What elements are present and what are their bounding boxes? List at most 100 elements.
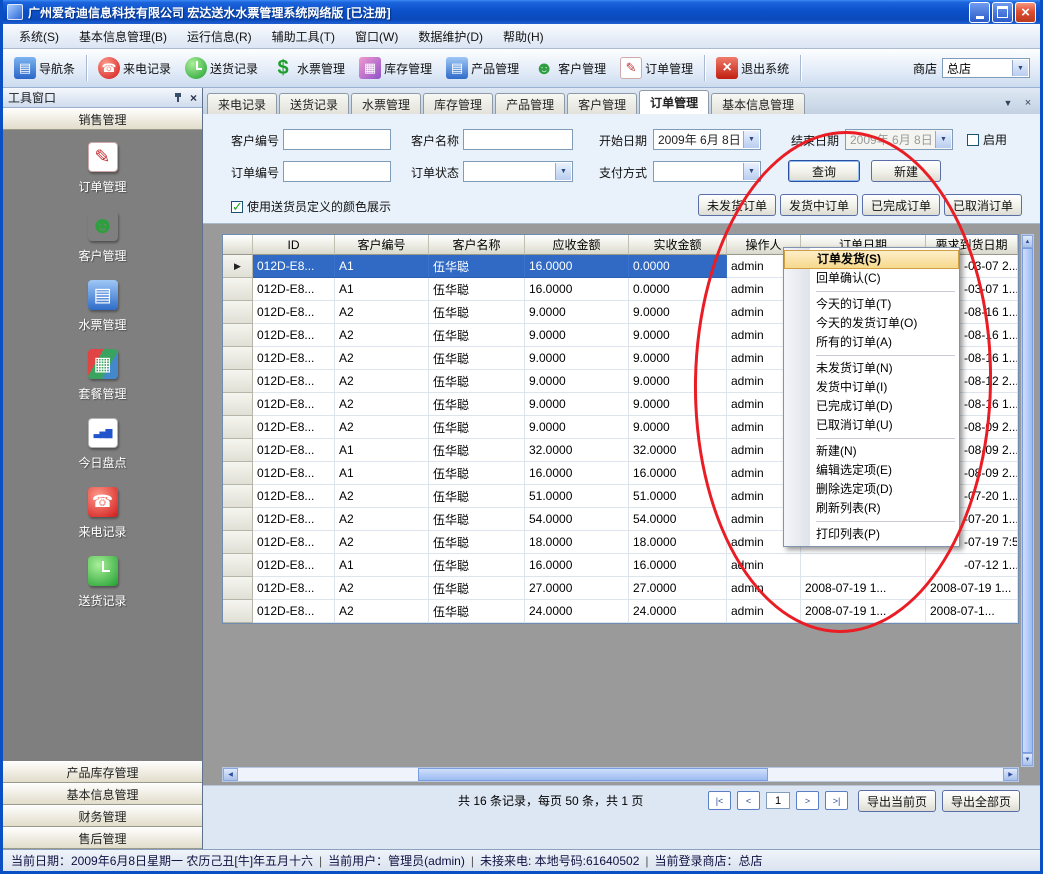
first-page-button[interactable]: |<: [708, 791, 731, 810]
checkbox-icon[interactable]: [967, 134, 979, 146]
chevron-down-icon[interactable]: [743, 163, 759, 180]
store-select[interactable]: 总店: [942, 58, 1030, 78]
context-menu-item[interactable]: 订单发货(S): [784, 250, 959, 269]
table-row[interactable]: 012D-E8...A2伍华聪24.000024.0000admin2008-0…: [223, 600, 1018, 623]
status-filter-button[interactable]: 已取消订单: [944, 194, 1022, 216]
toolbar-button-clock[interactable]: 送货记录: [179, 54, 264, 82]
context-menu-item[interactable]: 新建(N): [784, 442, 959, 461]
order-no-input[interactable]: [283, 161, 391, 182]
sidebar-section[interactable]: 产品库存管理: [3, 761, 202, 783]
scroll-up-icon[interactable]: ▲: [1022, 235, 1033, 248]
next-page-button[interactable]: >: [796, 791, 819, 810]
table-row[interactable]: 012D-E8...A1伍华聪16.000016.0000admin-07-12…: [223, 554, 1018, 577]
customer-no-input[interactable]: [283, 129, 391, 150]
toolbar-button-dollar[interactable]: 水票管理: [266, 54, 351, 82]
prev-page-button[interactable]: <: [737, 791, 760, 810]
toolbar-button-nav[interactable]: 导航条: [8, 54, 81, 82]
scroll-down-icon[interactable]: ▼: [1022, 753, 1033, 766]
grid-column-header[interactable]: 应收金额: [525, 235, 629, 255]
tab-item[interactable]: 基本信息管理: [711, 93, 805, 114]
sidebar-item-call[interactable]: 来电记录: [3, 487, 202, 540]
horizontal-scroll-track[interactable]: [238, 768, 1003, 781]
order-status-select[interactable]: [463, 161, 573, 182]
export-all-pages-button[interactable]: 导出全部页: [942, 790, 1020, 812]
scroll-right-icon[interactable]: ▶: [1003, 768, 1018, 781]
vertical-scrollbar[interactable]: ▲ ▼: [1021, 234, 1034, 767]
sidebar-item-book[interactable]: 水票管理: [3, 280, 202, 333]
pay-method-select[interactable]: [653, 161, 761, 182]
toolbar-button-pencil[interactable]: 订单管理: [614, 54, 699, 82]
last-page-button[interactable]: >|: [825, 791, 848, 810]
sidebar-item-pencil[interactable]: 订单管理: [3, 142, 202, 195]
sidebar-close-icon[interactable]: ×: [190, 92, 197, 104]
enable-checkbox[interactable]: 启用: [967, 131, 1007, 148]
toolbar-button-person[interactable]: 客户管理: [527, 54, 612, 82]
context-menu-item[interactable]: 已取消订单(U): [784, 416, 959, 435]
menubar-item[interactable]: 数据维护(D): [408, 25, 493, 48]
table-row[interactable]: 012D-E8...A2伍华聪27.000027.0000admin2008-0…: [223, 577, 1018, 600]
tab-item[interactable]: 客户管理: [567, 93, 637, 114]
page-number-input[interactable]: 1: [766, 792, 790, 809]
status-filter-button[interactable]: 未发货订单: [698, 194, 776, 216]
context-menu-item[interactable]: 未发货订单(N): [784, 359, 959, 378]
tab-close-button[interactable]: ×: [1020, 95, 1036, 110]
new-button[interactable]: 新建: [871, 160, 941, 182]
customer-name-input[interactable]: [463, 129, 573, 150]
tab-item[interactable]: 库存管理: [423, 93, 493, 114]
status-filter-button[interactable]: 已完成订单: [862, 194, 940, 216]
grid-column-header[interactable]: ID: [253, 235, 335, 255]
sidebar-item-clock[interactable]: 送货记录: [3, 556, 202, 609]
chevron-down-icon[interactable]: [935, 131, 951, 148]
tab-item[interactable]: 来电记录: [207, 93, 277, 114]
context-menu-item[interactable]: 编辑选定项(E): [784, 461, 959, 480]
sidebar-section-sales[interactable]: 销售管理: [3, 108, 202, 130]
sidebar-item-person[interactable]: 客户管理: [3, 211, 202, 264]
context-menu-item[interactable]: 刷新列表(R): [784, 499, 959, 518]
menubar-item[interactable]: 运行信息(R): [177, 25, 262, 48]
menubar-item[interactable]: 系统(S): [9, 25, 69, 48]
tab-item[interactable]: 送货记录: [279, 93, 349, 114]
chevron-down-icon[interactable]: [1012, 60, 1028, 76]
menubar-item[interactable]: 窗口(W): [345, 25, 408, 48]
chevron-down-icon[interactable]: [743, 131, 759, 148]
sidebar-item-package[interactable]: 套餐管理: [3, 349, 202, 402]
grid-column-header[interactable]: 客户名称: [429, 235, 525, 255]
horizontal-scrollbar[interactable]: ◀ ▶: [222, 767, 1019, 782]
toolbar-button-book[interactable]: 产品管理: [440, 54, 525, 82]
sidebar-section[interactable]: 售后管理: [3, 827, 202, 849]
export-current-page-button[interactable]: 导出当前页: [858, 790, 936, 812]
grid-column-header[interactable]: [223, 235, 253, 255]
chevron-down-icon[interactable]: [555, 163, 571, 180]
context-menu-item[interactable]: 所有的订单(A): [784, 333, 959, 352]
end-date-picker[interactable]: 2009年 6月 8日: [845, 129, 953, 150]
start-date-picker[interactable]: 2009年 6月 8日: [653, 129, 761, 150]
grid-column-header[interactable]: 客户编号: [335, 235, 429, 255]
context-menu-item[interactable]: 打印列表(P): [784, 525, 959, 544]
close-button[interactable]: [1015, 2, 1036, 23]
toolbar-button-call[interactable]: 来电记录: [92, 54, 177, 82]
minimize-button[interactable]: [969, 2, 990, 23]
context-menu-item[interactable]: 已完成订单(D): [784, 397, 959, 416]
menubar-item[interactable]: 辅助工具(T): [262, 25, 345, 48]
context-menu-item[interactable]: 今天的订单(T): [784, 295, 959, 314]
sidebar-item-chart[interactable]: 今日盘点: [3, 418, 202, 471]
menubar-item[interactable]: 基本信息管理(B): [69, 25, 177, 48]
sidebar-section[interactable]: 基本信息管理: [3, 783, 202, 805]
grid-column-header[interactable]: 实收金额: [629, 235, 727, 255]
context-menu-item[interactable]: 回单确认(C): [784, 269, 959, 288]
toolbar-button-exit[interactable]: 退出系统: [710, 54, 795, 82]
status-filter-button[interactable]: 发货中订单: [780, 194, 858, 216]
toolbar-button-grid[interactable]: 库存管理: [353, 54, 438, 82]
menubar-item[interactable]: 帮助(H): [493, 25, 554, 48]
context-menu-item[interactable]: 发货中订单(I): [784, 378, 959, 397]
tab-item[interactable]: 订单管理: [639, 90, 709, 114]
sidebar-section[interactable]: 财务管理: [3, 805, 202, 827]
vertical-scroll-thumb[interactable]: [1022, 248, 1033, 753]
query-button[interactable]: 查询: [788, 160, 860, 182]
context-menu-item[interactable]: 删除选定项(D): [784, 480, 959, 499]
tab-item[interactable]: 水票管理: [351, 93, 421, 114]
maximize-button[interactable]: [992, 2, 1013, 23]
scroll-left-icon[interactable]: ◀: [223, 768, 238, 781]
tab-item[interactable]: 产品管理: [495, 93, 565, 114]
tab-list-dropdown-button[interactable]: ▼: [1000, 95, 1016, 110]
